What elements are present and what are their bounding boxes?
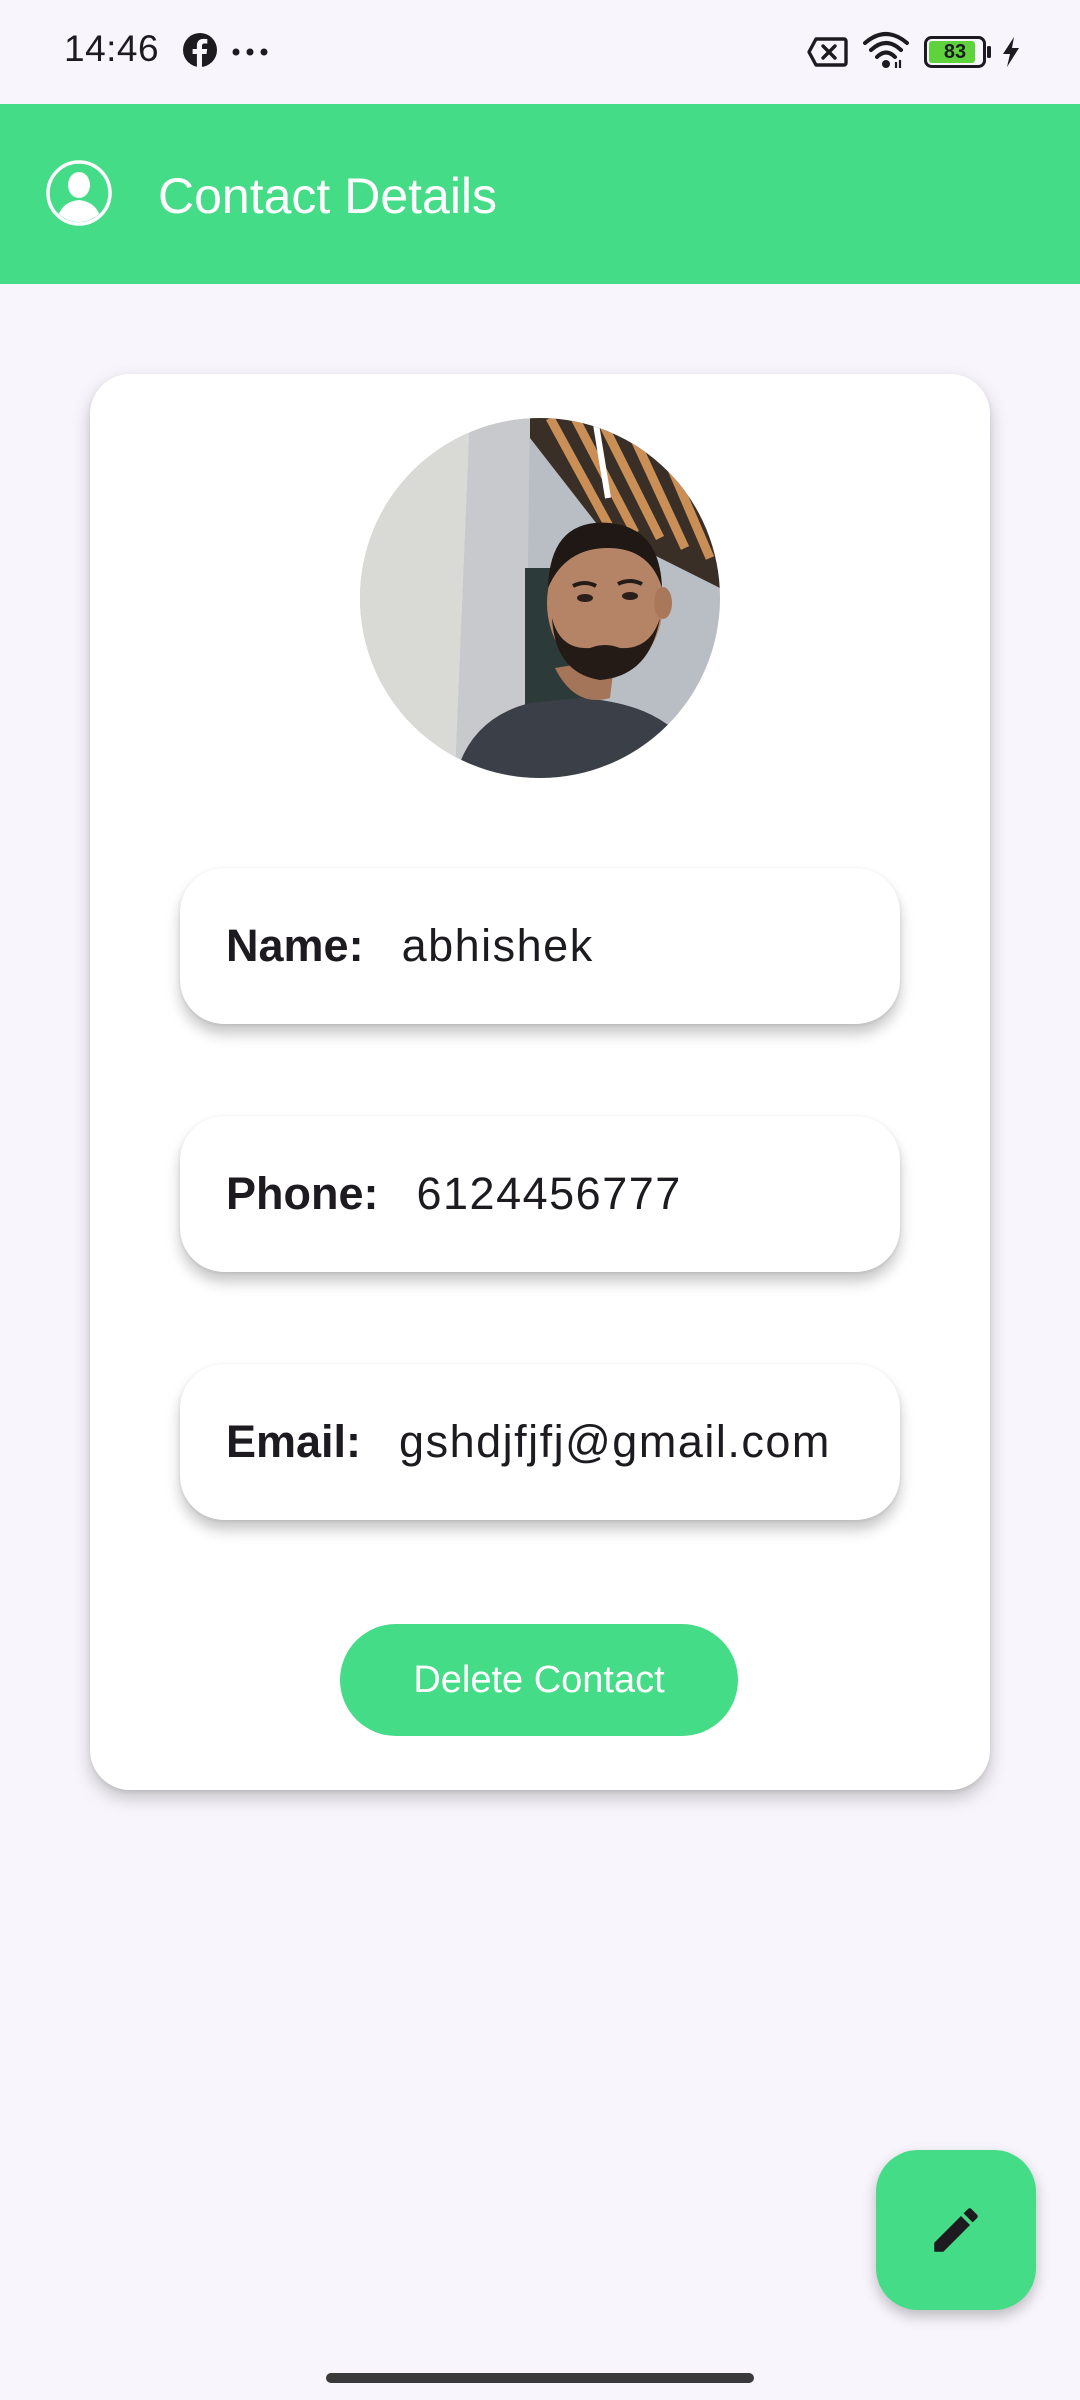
phone-label: Phone: — [226, 1168, 379, 1219]
more-dots-icon — [232, 48, 268, 56]
edit-fab-button[interactable] — [876, 2150, 1036, 2310]
contact-photo — [360, 418, 720, 778]
email-field: Email: gshdjfjfj@gmail.com — [180, 1364, 900, 1520]
contact-card: Name: abhishek Phone: 6124456777 Email: … — [90, 374, 990, 1790]
no-sim-icon — [807, 37, 848, 67]
edit-pencil-icon — [934, 2208, 978, 2252]
battery-icon: 83 — [924, 36, 994, 68]
email-value: gshdjfjfj@gmail.com — [399, 1416, 831, 1467]
phone-field: Phone: 6124456777 — [180, 1116, 900, 1272]
battery-level: 83 — [943, 41, 967, 63]
name-field: Name: abhishek — [180, 868, 900, 1024]
charging-bolt-icon — [1003, 37, 1019, 67]
home-indicator[interactable] — [326, 2373, 754, 2383]
email-label: Email: — [226, 1416, 362, 1467]
phone-value: 6124456777 — [416, 1168, 682, 1219]
app-bar: Contact Details — [0, 104, 1080, 284]
status-time: 14:46 — [64, 28, 160, 69]
delete-contact-button[interactable]: Delete Contact — [340, 1624, 738, 1736]
account-circle-icon — [46, 160, 112, 226]
wifi-icon — [863, 32, 909, 68]
name-label: Name: — [226, 920, 364, 971]
facebook-icon — [183, 33, 217, 68]
page-title: Contact Details — [158, 168, 498, 224]
status-bar: 14:46 83 — [0, 0, 1080, 104]
name-value: abhishek — [401, 920, 594, 971]
